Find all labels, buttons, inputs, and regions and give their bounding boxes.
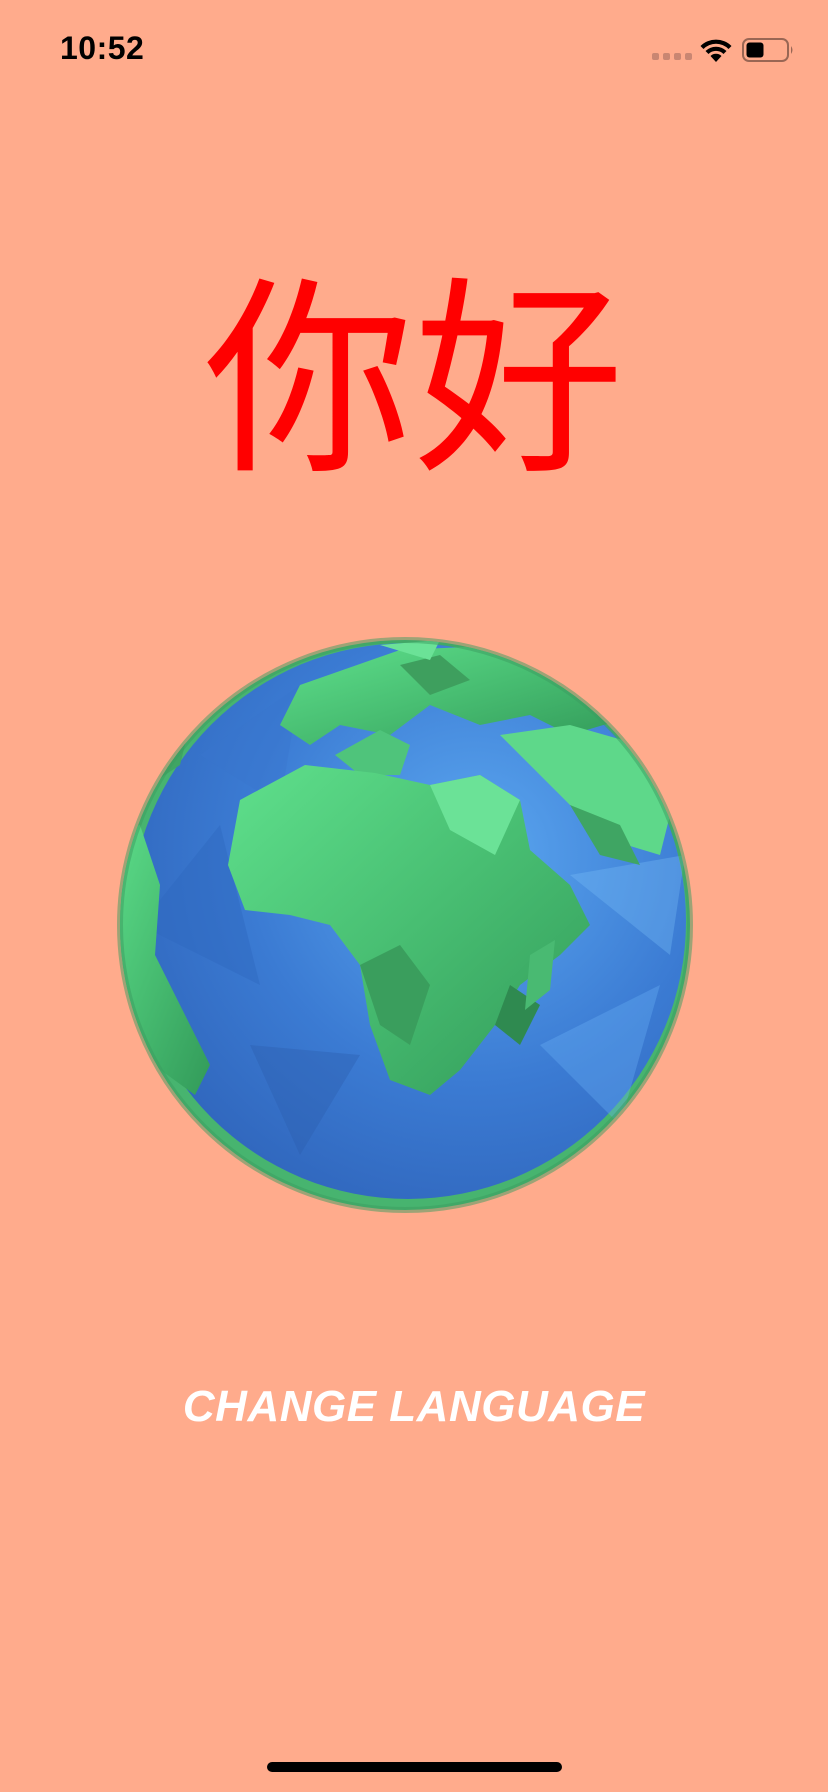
earth-globe-icon — [117, 637, 693, 1213]
signal-icon — [652, 53, 692, 60]
greeting-text: 你好 — [203, 259, 624, 504]
wifi-icon — [700, 39, 732, 62]
battery-icon — [742, 38, 793, 62]
change-language-button[interactable]: CHANGE LANGUAGE — [0, 1382, 828, 1432]
home-indicator[interactable] — [267, 1762, 562, 1772]
status-bar: 10:52 — [0, 0, 828, 100]
status-time: 10:52 — [60, 30, 145, 66]
